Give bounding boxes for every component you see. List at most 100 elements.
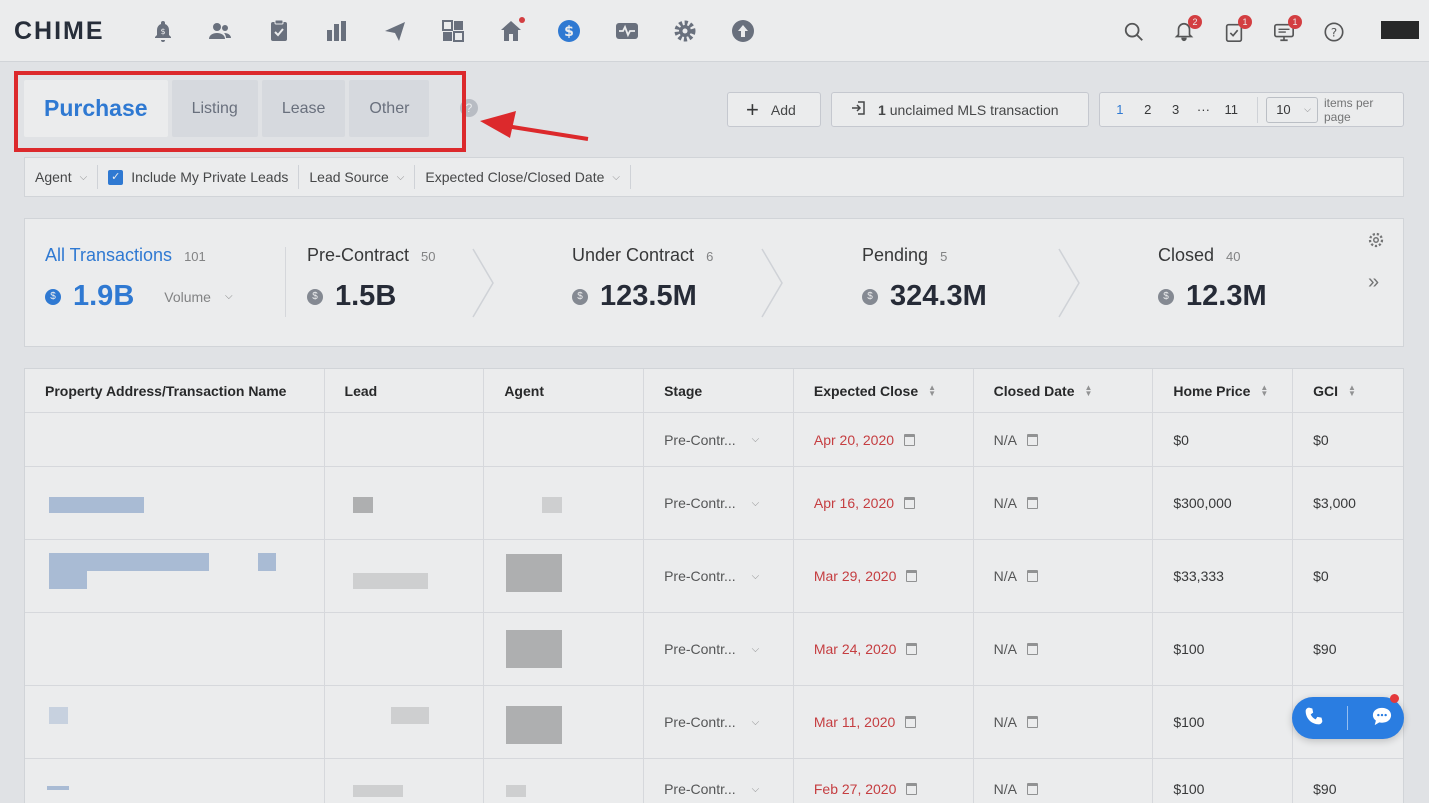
stage-cell[interactable]: Pre-Contr... ⌵: [644, 467, 794, 539]
stage-cell[interactable]: Pre-Contr... ⌵: [644, 413, 794, 466]
stage-cell[interactable]: Pre-Contr... ⌵: [644, 759, 794, 803]
table-row[interactable]: Pre-Contr... ⌵ Mar 29, 2020 N/A $33,333 $…: [25, 540, 1403, 613]
clipboard-icon[interactable]: [266, 17, 292, 45]
closed-date-cell[interactable]: N/A: [974, 413, 1154, 466]
summary-closed[interactable]: Closed 40 $12.3M: [1158, 245, 1267, 313]
summary-pre-contract[interactable]: Pre-Contract 50 $1.5B: [307, 245, 436, 313]
dollar-icon[interactable]: $: [556, 17, 582, 45]
agent-filter[interactable]: Agent ⌵: [25, 165, 99, 189]
table-row[interactable]: Pre-Contr... ⌵ Apr 16, 2020 N/A $300,000 …: [25, 467, 1403, 540]
agent-cell[interactable]: [484, 413, 645, 466]
property-cell[interactable]: [25, 613, 325, 685]
call-chat-widget[interactable]: [1292, 697, 1404, 739]
lead-source-filter[interactable]: Lead Source ⌵: [299, 165, 416, 189]
stage-cell[interactable]: Pre-Contr... ⌵: [644, 686, 794, 758]
agent-cell[interactable]: [484, 467, 645, 539]
summary-under-contract[interactable]: Under Contract 6 $123.5M: [572, 245, 713, 313]
stage-cell[interactable]: Pre-Contr... ⌵: [644, 540, 794, 612]
lead-cell[interactable]: [325, 759, 485, 803]
help-circle-icon[interactable]: ?: [1321, 18, 1347, 46]
property-cell[interactable]: [25, 467, 325, 539]
bell-dollar-icon[interactable]: $: [150, 17, 176, 45]
dollar-coin-icon: $: [45, 288, 61, 305]
lead-cell[interactable]: [325, 686, 485, 758]
settings-gear-icon[interactable]: [1367, 231, 1385, 249]
add-button[interactable]: + Add: [727, 92, 821, 127]
header-expected-close[interactable]: Expected Close ▲ ▼: [794, 369, 974, 412]
table-row[interactable]: Pre-Contr... ⌵ Feb 27, 2020 N/A $100 $90: [25, 759, 1403, 803]
header-gci[interactable]: GCI ▲ ▼: [1293, 369, 1403, 412]
chat-bubble-icon[interactable]: [1371, 706, 1393, 731]
dashboard-icon[interactable]: [440, 17, 466, 45]
header-closed-date[interactable]: Closed Date ▲ ▼: [974, 369, 1154, 412]
sort-icon[interactable]: ▲ ▼: [1348, 383, 1356, 397]
sort-icon[interactable]: ▲ ▼: [1260, 383, 1268, 397]
gear-icon[interactable]: [672, 17, 698, 45]
table-row[interactable]: Pre-Contr... ⌵ Mar 11, 2020 N/A $100: [25, 686, 1403, 759]
messages-icon[interactable]: 1: [1271, 15, 1302, 46]
sort-icon[interactable]: ▲ ▼: [928, 383, 936, 397]
double-chevron-right-icon[interactable]: »: [1368, 271, 1379, 294]
people-icon[interactable]: [207, 17, 233, 45]
unclaimed-mls-button[interactable]: 1 unclaimed MLS transaction: [831, 92, 1089, 127]
table-row[interactable]: Pre-Contr... ⌵ Apr 20, 2020 N/A $0 $0: [25, 413, 1403, 467]
agent-cell[interactable]: [484, 540, 645, 612]
expected-close-cell[interactable]: Feb 27, 2020: [794, 759, 974, 803]
lead-cell[interactable]: [325, 467, 485, 539]
closed-date-cell[interactable]: N/A: [974, 540, 1154, 612]
closed-date-cell[interactable]: N/A: [974, 759, 1154, 803]
phone-icon[interactable]: [1304, 706, 1324, 731]
volume-select[interactable]: Volume ⌵: [164, 289, 232, 305]
avatar[interactable]: [1381, 21, 1419, 39]
agent-cell[interactable]: [484, 759, 645, 803]
agent-cell[interactable]: [484, 613, 645, 685]
expected-close-cell[interactable]: Apr 20, 2020: [794, 413, 974, 466]
tasks-icon[interactable]: 1: [1221, 15, 1252, 46]
search-icon[interactable]: [1121, 18, 1147, 46]
closed-date-cell[interactable]: N/A: [974, 686, 1154, 758]
page-ellipsis[interactable]: ···: [1190, 102, 1218, 117]
page-11[interactable]: 11: [1217, 102, 1245, 117]
property-cell[interactable]: [25, 413, 325, 466]
bar-chart-icon[interactable]: [324, 17, 350, 45]
close-date-filter[interactable]: Expected Close/Closed Date ⌵: [415, 165, 631, 189]
tab-listing[interactable]: Listing: [171, 80, 258, 137]
summary-all-transactions[interactable]: All Transactions 101 $ 1.9B Volume ⌵: [45, 245, 233, 313]
page-1[interactable]: 1: [1106, 102, 1134, 117]
private-leads-filter[interactable]: ✓ Include My Private Leads: [98, 165, 300, 189]
expected-close-cell[interactable]: Mar 24, 2020: [794, 613, 974, 685]
activity-icon[interactable]: [614, 17, 640, 45]
closed-date-cell[interactable]: N/A: [974, 467, 1154, 539]
tab-other[interactable]: Other: [349, 80, 430, 137]
page-3[interactable]: 3: [1162, 102, 1190, 117]
expected-close-cell[interactable]: Mar 11, 2020: [794, 686, 974, 758]
lead-cell[interactable]: [325, 413, 485, 466]
upload-icon[interactable]: [730, 17, 756, 45]
expected-close-cell[interactable]: Apr 16, 2020: [794, 467, 974, 539]
table-row[interactable]: Pre-Contr... ⌵ Mar 24, 2020 N/A $100 $90: [25, 613, 1403, 686]
expected-close-cell[interactable]: Mar 29, 2020: [794, 540, 974, 612]
summary-pending[interactable]: Pending 5 $324.3M: [862, 245, 987, 313]
gci-cell: $3,000: [1313, 495, 1356, 511]
lead-cell[interactable]: [325, 613, 485, 685]
header-home-price[interactable]: Home Price ▲ ▼: [1153, 369, 1294, 412]
lead-cell[interactable]: [325, 540, 485, 612]
private-leads-checkbox[interactable]: ✓: [108, 169, 124, 185]
home-price-cell: $100: [1153, 613, 1294, 685]
page-2[interactable]: 2: [1134, 102, 1162, 117]
property-cell[interactable]: [25, 540, 325, 612]
tab-lease[interactable]: Lease: [261, 80, 346, 137]
paper-plane-icon[interactable]: [382, 17, 408, 45]
property-cell[interactable]: [25, 759, 325, 803]
tab-purchase[interactable]: Purchase: [24, 80, 168, 137]
closed-date-cell[interactable]: N/A: [974, 613, 1154, 685]
agent-cell[interactable]: [484, 686, 645, 758]
stage-cell[interactable]: Pre-Contr... ⌵: [644, 613, 794, 685]
sort-icon[interactable]: ▲ ▼: [1085, 383, 1093, 397]
chime-logo[interactable]: CHIME: [14, 17, 105, 46]
home-icon[interactable]: [498, 17, 525, 45]
lead-source-label: Lead Source: [309, 169, 389, 185]
per-page-select[interactable]: 10 ⌵: [1266, 96, 1318, 123]
property-cell[interactable]: [25, 686, 325, 758]
notifications-icon[interactable]: 2: [1171, 15, 1202, 46]
